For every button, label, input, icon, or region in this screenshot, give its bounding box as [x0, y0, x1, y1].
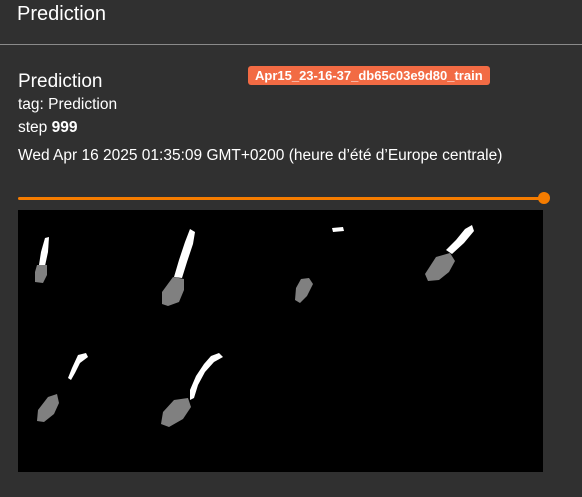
run-name-badge: Apr15_23-16-37_db65c03e9d80_train [248, 66, 490, 85]
tag-label: tag: Prediction [18, 96, 118, 113]
step-value: 999 [51, 119, 78, 136]
segmentation-mask [18, 210, 543, 472]
step-slider-thumb[interactable] [538, 192, 550, 204]
step-label: step 999 [18, 118, 78, 138]
step-prefix: step [18, 119, 48, 136]
panel-header: Prediction [0, 0, 582, 45]
prediction-image [18, 210, 543, 472]
timestamp-label: Wed Apr 16 2025 01:35:09 GMT+0200 (heure… [18, 147, 503, 164]
card-title: Prediction [18, 71, 103, 92]
image-background [18, 210, 543, 472]
step-slider-track[interactable] [18, 197, 546, 200]
step-slider[interactable] [18, 192, 550, 205]
panel-title: Prediction [17, 3, 106, 25]
